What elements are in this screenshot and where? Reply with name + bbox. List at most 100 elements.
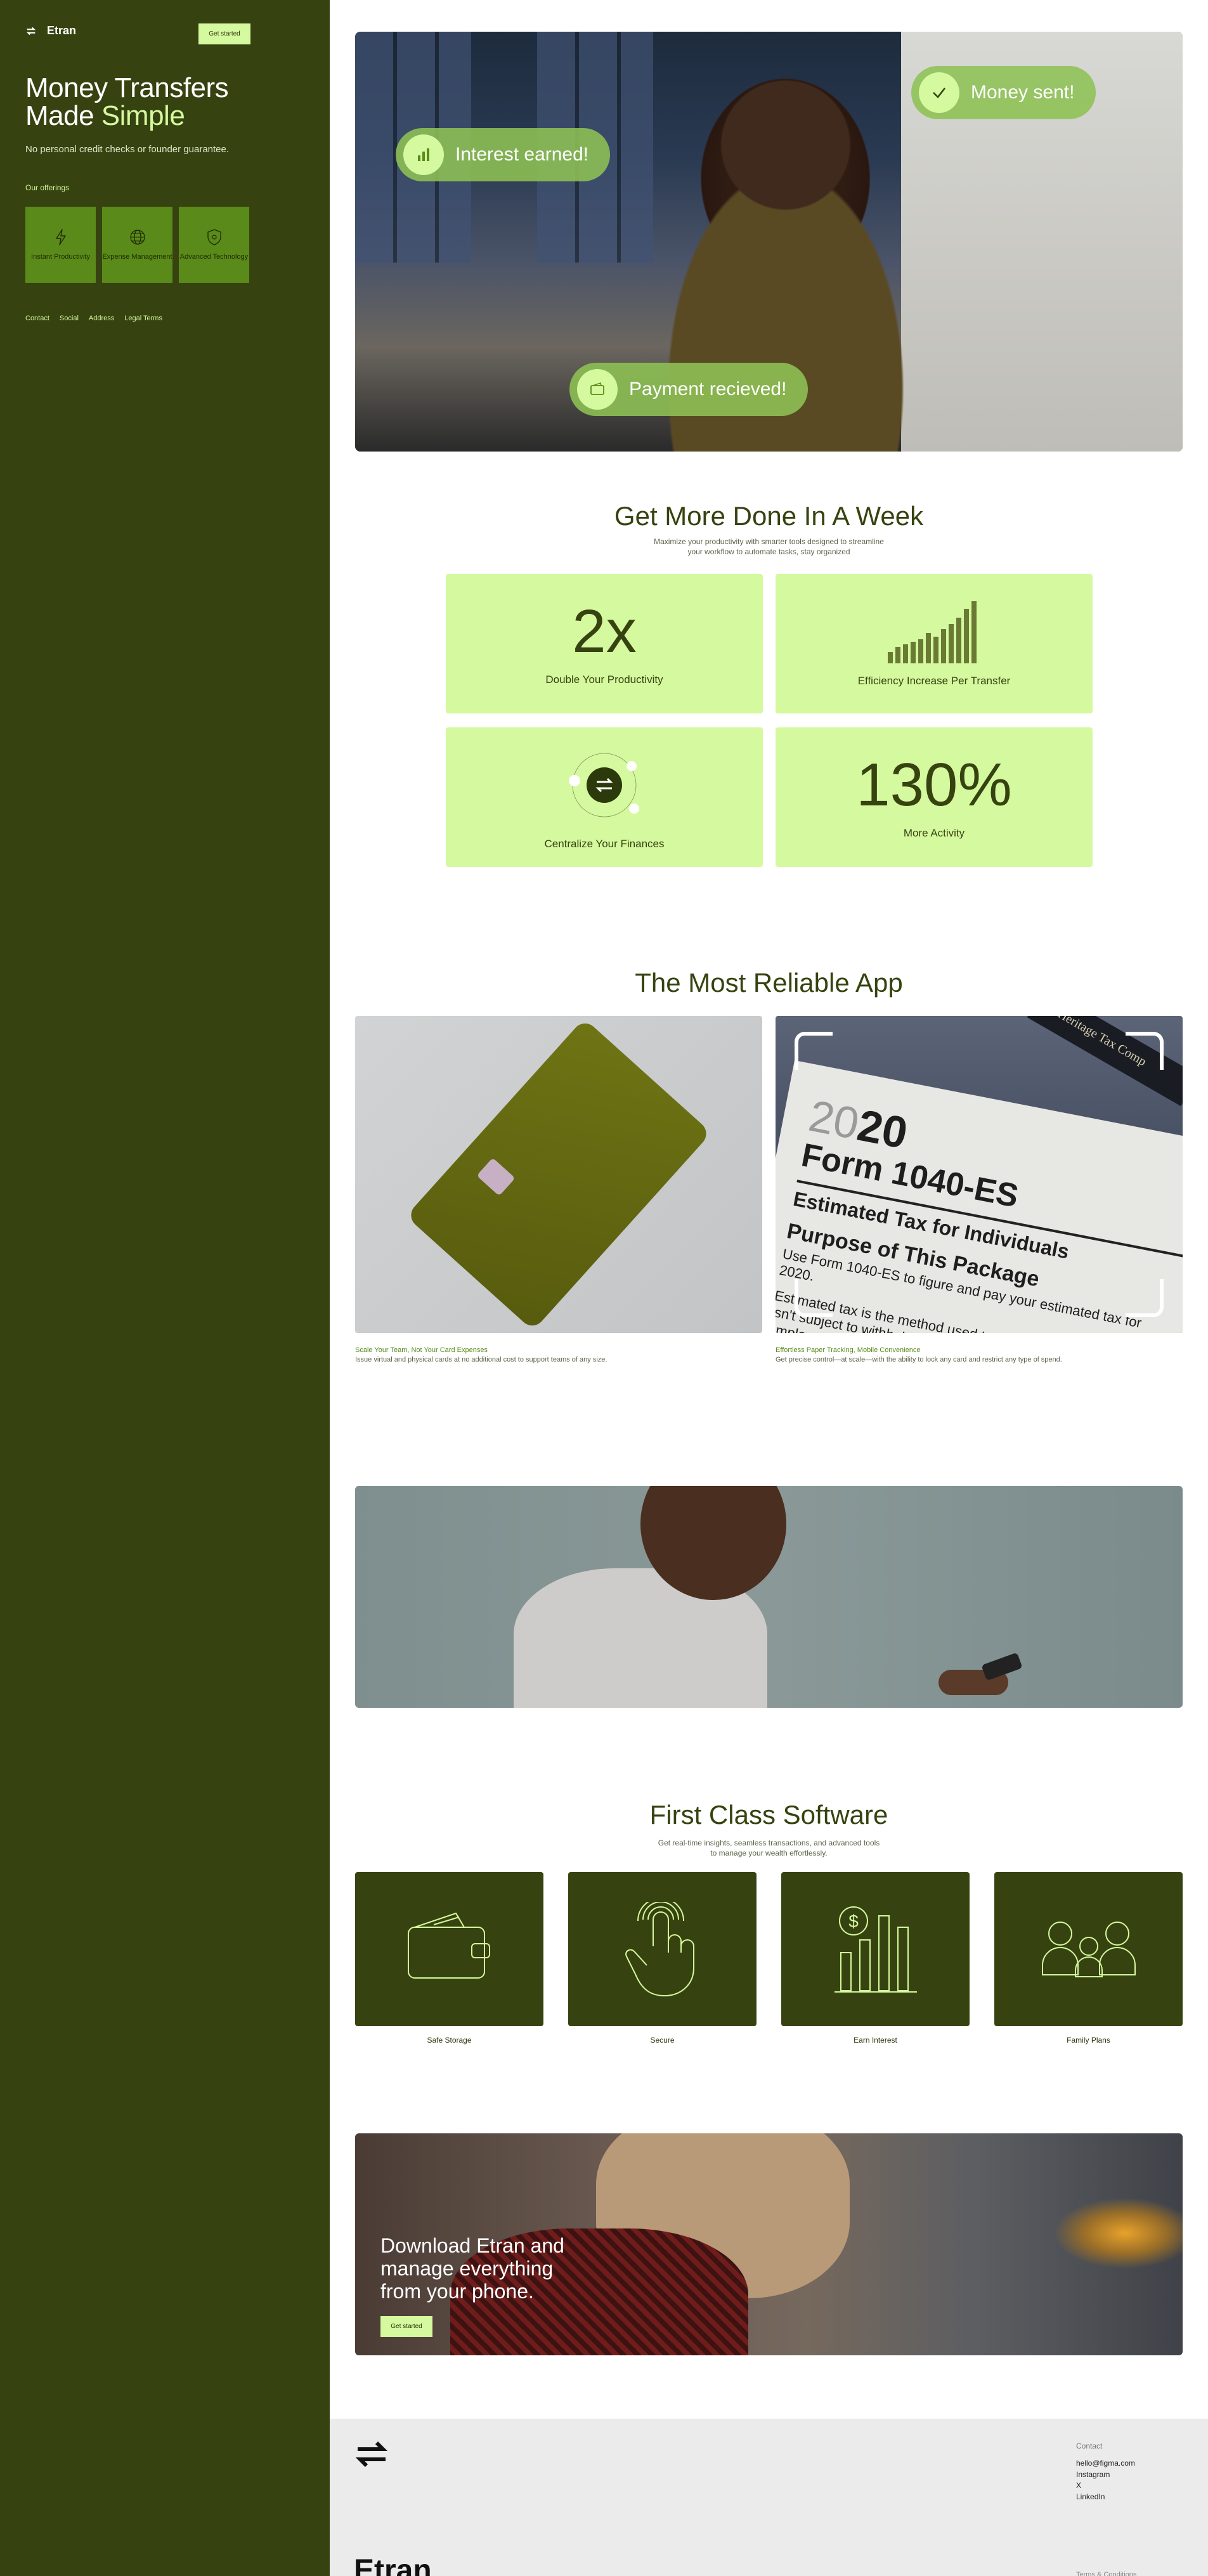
offering-expense-management[interactable]: Expense Management xyxy=(102,207,172,283)
main-content: Interest earned! Money sent! Payment rec… xyxy=(330,0,1208,2576)
brand[interactable]: Etran xyxy=(25,24,304,37)
section-title-productivity: Get More Done In A Week xyxy=(614,501,924,531)
subtitle-text: Maximize your productivity with smarter … xyxy=(654,537,884,557)
stat-label: Centralize Your Finances xyxy=(544,838,665,850)
link-social[interactable]: Social xyxy=(60,315,79,322)
growth-chart-icon: $ xyxy=(834,1906,917,1993)
family-icon xyxy=(1041,1921,1136,1977)
download-title-line: Download Etran and xyxy=(380,2234,564,2257)
feature-card-family-plans[interactable] xyxy=(994,1872,1183,2026)
footer-terms-link[interactable]: Terms & Conditions xyxy=(1076,2571,1136,2576)
card-caption-paper: Effortless Paper Tracking, Mobile Conven… xyxy=(776,1346,1062,1365)
bar-chart-icon xyxy=(888,601,977,663)
fingerprint-icon xyxy=(625,1901,694,1996)
badge-payment-received: Payment recieved! xyxy=(569,363,809,416)
lightning-icon xyxy=(55,229,66,245)
badge-money-sent: Money sent! xyxy=(911,66,1096,119)
scan-frame-corner xyxy=(795,1279,833,1317)
subtitle-text: Get real-time insights, seamless transac… xyxy=(658,1838,880,1858)
hero-subtitle: No personal credit checks or founder gua… xyxy=(25,144,230,155)
hero-title-line2a: Made xyxy=(25,100,101,131)
transfer-arrows-icon xyxy=(26,27,36,35)
hero-title-line1: Money Transfers xyxy=(25,72,229,103)
caption-title: Effortless Paper Tracking, Mobile Conven… xyxy=(776,1346,921,1354)
offering-label: Expense Management xyxy=(102,253,172,261)
contact-x[interactable]: X xyxy=(1076,2480,1135,2491)
footer: Contact hello@figma.com Instagram X Link… xyxy=(330,2419,1208,2576)
transfer-arrows-icon[interactable] xyxy=(355,2438,388,2471)
feature-card-secure[interactable] xyxy=(568,1872,757,2026)
download-banner: Download Etran and manage everything fro… xyxy=(355,2133,1183,2355)
sidebar-links: Contact Social Address Legal Terms xyxy=(25,315,304,322)
section-title-software: First Class Software xyxy=(649,1800,888,1830)
stat-value: 2x xyxy=(572,597,637,665)
contact-linkedin[interactable]: LinkedIn xyxy=(1076,2492,1135,2502)
badge-text: Money sent! xyxy=(971,82,1075,103)
download-title-line: manage everything xyxy=(380,2256,554,2280)
badge-text: Payment recieved! xyxy=(629,379,787,400)
contact-heading: Contact xyxy=(1076,2442,1103,2450)
feature-label: Family Plans xyxy=(1067,2036,1110,2045)
stat-label: Efficiency Increase Per Transfer xyxy=(857,675,1011,687)
sidebar: Etran Get started Money Transfers Made S… xyxy=(0,0,330,2576)
scan-frame-corner xyxy=(795,1032,833,1070)
feature-label: Safe Storage xyxy=(427,2036,472,2045)
credit-card-illustration xyxy=(406,1018,711,1331)
scan-frame-corner xyxy=(1126,1032,1164,1070)
hero-title-accent: Simple xyxy=(101,100,185,131)
hero-photo: Interest earned! Money sent! Payment rec… xyxy=(355,32,1183,452)
download-title-line: from your phone. xyxy=(380,2279,534,2303)
card-chip xyxy=(476,1157,516,1196)
globe-icon xyxy=(129,230,145,245)
stat-card-activity: 130% More Activity xyxy=(776,727,1093,867)
stat-card-efficiency: Efficiency Increase Per Transfer xyxy=(776,574,1093,713)
feature-card-safe-storage[interactable] xyxy=(355,1872,543,2026)
shield-icon xyxy=(207,229,221,245)
stat-label: More Activity xyxy=(903,827,965,839)
caption-desc: Issue virtual and physical cards at no a… xyxy=(355,1356,607,1364)
stat-label: Double Your Productivity xyxy=(545,673,663,686)
section-title-reliable: The Most Reliable App xyxy=(635,968,903,998)
wallet-icon xyxy=(407,1912,490,1979)
link-contact[interactable]: Contact xyxy=(25,315,49,322)
scan-frame-corner xyxy=(1126,1279,1164,1317)
caption-title: Scale Your Team, Not Your Card Expenses xyxy=(355,1346,488,1354)
stat-value: 130% xyxy=(856,751,1012,819)
feature-card-earn-interest[interactable]: $ xyxy=(781,1872,970,2026)
card-caption-cards: Scale Your Team, Not Your Card Expenses … xyxy=(355,1346,607,1365)
caption-desc: Get precise control—at scale—with the ab… xyxy=(776,1356,1062,1364)
brand-name: Etran xyxy=(47,24,77,37)
check-icon xyxy=(919,72,959,113)
lifestyle-photo xyxy=(355,1486,1183,1708)
offering-instant-productivity[interactable]: Instant Productivity xyxy=(25,207,96,283)
footer-wordmark: Etran xyxy=(354,2554,432,2576)
card-photo-tax-form: 2020 Form 1040-ES Estimated Tax for Indi… xyxy=(776,1016,1183,1333)
get-started-button[interactable]: Get started xyxy=(198,23,250,44)
card-photo-credit-card xyxy=(355,1016,762,1333)
chart-icon xyxy=(403,134,444,175)
section-subtitle-productivity: Maximize your productivity with smarter … xyxy=(355,537,1183,557)
svg-text:$: $ xyxy=(848,1911,859,1931)
offerings-list: Instant Productivity Expense Management … xyxy=(25,207,304,283)
footer-contact: Contact hello@figma.com Instagram X Link… xyxy=(1076,2441,1135,2502)
hero-title: Money Transfers Made Simple xyxy=(25,74,304,130)
download-get-started-button[interactable]: Get started xyxy=(380,2316,432,2337)
stat-card-centralize: Centralize Your Finances xyxy=(446,727,763,867)
stat-card-productivity: 2x Double Your Productivity xyxy=(446,574,763,713)
download-title: Download Etran and manage everything fro… xyxy=(380,2234,564,2303)
offering-advanced-technology[interactable]: Advanced Technology xyxy=(179,207,249,283)
offering-label: Advanced Technology xyxy=(179,253,249,261)
link-address[interactable]: Address xyxy=(89,315,114,322)
badge-text: Interest earned! xyxy=(455,144,589,165)
link-legal-terms[interactable]: Legal Terms xyxy=(124,315,162,322)
orbit-transfer-icon xyxy=(569,753,639,817)
tax-form-illustration: 2020 Form 1040-ES Estimated Tax for Indi… xyxy=(776,1060,1183,1333)
contact-email[interactable]: hello@figma.com xyxy=(1076,2458,1135,2469)
offerings-heading: Our offerings xyxy=(25,183,70,192)
section-subtitle-software: Get real-time insights, seamless transac… xyxy=(355,1838,1183,1858)
badge-interest-earned: Interest earned! xyxy=(396,128,611,181)
contact-instagram[interactable]: Instagram xyxy=(1076,2469,1135,2480)
wallet-icon xyxy=(577,369,618,410)
offering-label: Instant Productivity xyxy=(31,253,90,261)
feature-label: Secure xyxy=(650,2036,675,2045)
